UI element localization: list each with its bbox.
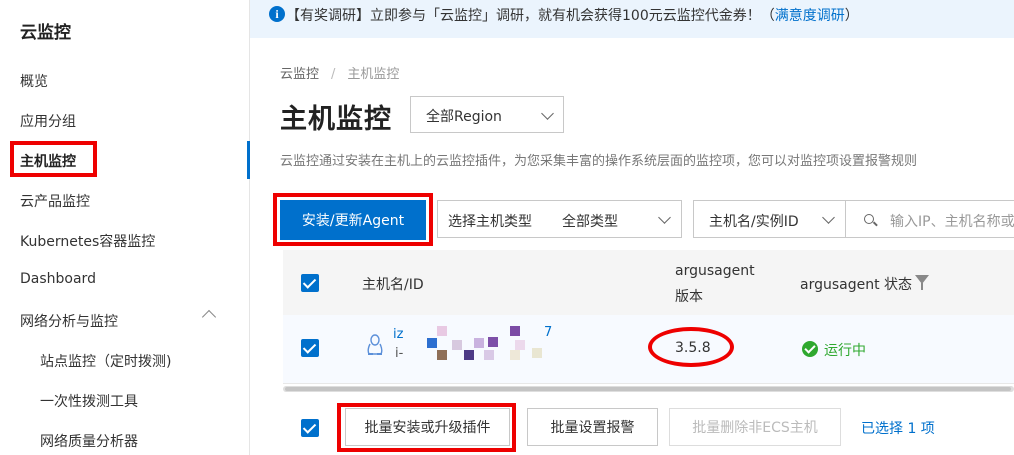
search-field-select[interactable]: 主机名/实例ID — [693, 200, 846, 238]
chevron-down-icon — [822, 211, 835, 224]
info-icon: i — [269, 6, 285, 22]
search-placeholder: 输入IP、主机名称或 — [890, 214, 1014, 230]
batch-delete-button[interactable]: 批量删除非ECS主机 — [669, 408, 841, 446]
highlight-box-sidebar — [10, 141, 97, 177]
scrollbar-thumb[interactable] — [285, 387, 1011, 391]
chevron-up-icon[interactable] — [201, 309, 217, 325]
batch-select-checkbox[interactable] — [301, 419, 319, 437]
search-icon — [864, 214, 874, 224]
active-indicator — [247, 141, 250, 179]
column-agent-status: argusagent 状态 — [800, 277, 913, 293]
redaction-block — [484, 350, 494, 360]
notice-banner: i 【有奖调研】立即参与「云监控」调研，就有机会获得100元云监控代金券！（满意… — [250, 0, 1014, 38]
sidebar-item-dashboard[interactable]: Dashboard — [20, 271, 96, 287]
region-select[interactable]: 全部Region — [410, 96, 564, 133]
column-host-name: 主机名/ID — [362, 277, 424, 293]
search-input[interactable]: 输入IP、主机名称或 — [845, 200, 1014, 238]
sidebar-item-cloud-product[interactable]: 云产品监控 — [20, 191, 90, 211]
sidebar-item-kubernetes[interactable]: Kubernetes容器监控 — [20, 231, 155, 251]
linux-icon — [367, 334, 383, 355]
select-all-checkbox[interactable] — [301, 274, 319, 292]
host-type-select[interactable]: 选择主机类型 全部类型 — [437, 200, 682, 238]
region-value: 全部Region — [426, 109, 502, 125]
page-description: 云监控通过安装在主机上的云监控插件，为您采集丰富的操作系统层面的监控项，您可以对… — [280, 154, 918, 169]
highlight-box-batch — [337, 403, 516, 452]
redaction-block — [427, 338, 437, 348]
host-type-label: 选择主机类型 — [448, 214, 532, 230]
page-title: 主机监控 — [280, 104, 392, 135]
redaction-block — [510, 350, 520, 360]
host-name-link[interactable]: iz — [393, 327, 403, 342]
batch-alarm-button[interactable]: 批量设置报警 — [527, 408, 658, 446]
survey-link[interactable]: 满意度调研 — [775, 8, 845, 24]
highlight-box-install — [273, 193, 433, 246]
chevron-down-icon — [541, 107, 554, 120]
highlight-circle-version — [648, 327, 734, 367]
column-agent-version-line1: argusagent — [675, 263, 755, 279]
host-type-value: 全部类型 — [562, 214, 618, 230]
breadcrumb: 云监控 / 主机监控 — [280, 63, 399, 82]
check-circle-icon — [802, 341, 818, 357]
sidebar: 云监控 概览 应用分组 主机监控 云产品监控 Kubernetes容器监控 Da… — [0, 0, 250, 455]
sidebar-subitem-site-monitor[interactable]: 站点监控（定时拨测) — [40, 351, 171, 371]
redaction-block — [452, 340, 462, 350]
breadcrumb-separator: / — [331, 67, 336, 82]
redaction-block — [488, 337, 498, 347]
sidebar-item-overview[interactable]: 概览 — [20, 71, 48, 91]
sidebar-item-network[interactable]: 网络分析与监控 — [20, 311, 118, 331]
row-checkbox[interactable] — [301, 339, 319, 357]
sidebar-subitem-network-analyzer[interactable]: 网络质量分析器 — [40, 431, 138, 451]
horizontal-scrollbar[interactable] — [283, 386, 1014, 392]
chevron-down-icon — [658, 211, 671, 224]
banner-suffix: ） — [844, 8, 859, 24]
sidebar-item-app-groups[interactable]: 应用分组 — [20, 111, 76, 131]
sidebar-subitem-dial-tool[interactable]: 一次性拨测工具 — [40, 391, 138, 411]
selected-count: 已选择 1 项 — [861, 421, 935, 437]
redaction-block — [515, 340, 525, 350]
redaction-block — [437, 350, 447, 360]
column-agent-version-line2: 版本 — [675, 289, 703, 305]
banner-text: 【有奖调研】立即参与「云监控」调研，就有机会获得100元云监控代金券！（满意度调… — [286, 5, 859, 25]
host-name-suffix: 7 — [544, 325, 553, 340]
sidebar-title: 云监控 — [20, 23, 71, 43]
search-field-value: 主机名/实例ID — [709, 214, 799, 230]
filter-icon[interactable] — [915, 275, 929, 290]
breadcrumb-current: 主机监控 — [347, 67, 400, 82]
redaction-block — [464, 350, 474, 360]
agent-status: 运行中 — [824, 343, 866, 359]
host-instance-id: i- — [395, 346, 404, 361]
redaction-block — [474, 338, 484, 348]
redaction-block — [532, 348, 542, 358]
breadcrumb-root[interactable]: 云监控 — [280, 67, 319, 82]
redaction-block — [437, 326, 447, 336]
redaction-block — [510, 326, 520, 336]
banner-message: 【有奖调研】立即参与「云监控」调研，就有机会获得100元云监控代金券！（ — [286, 8, 775, 24]
